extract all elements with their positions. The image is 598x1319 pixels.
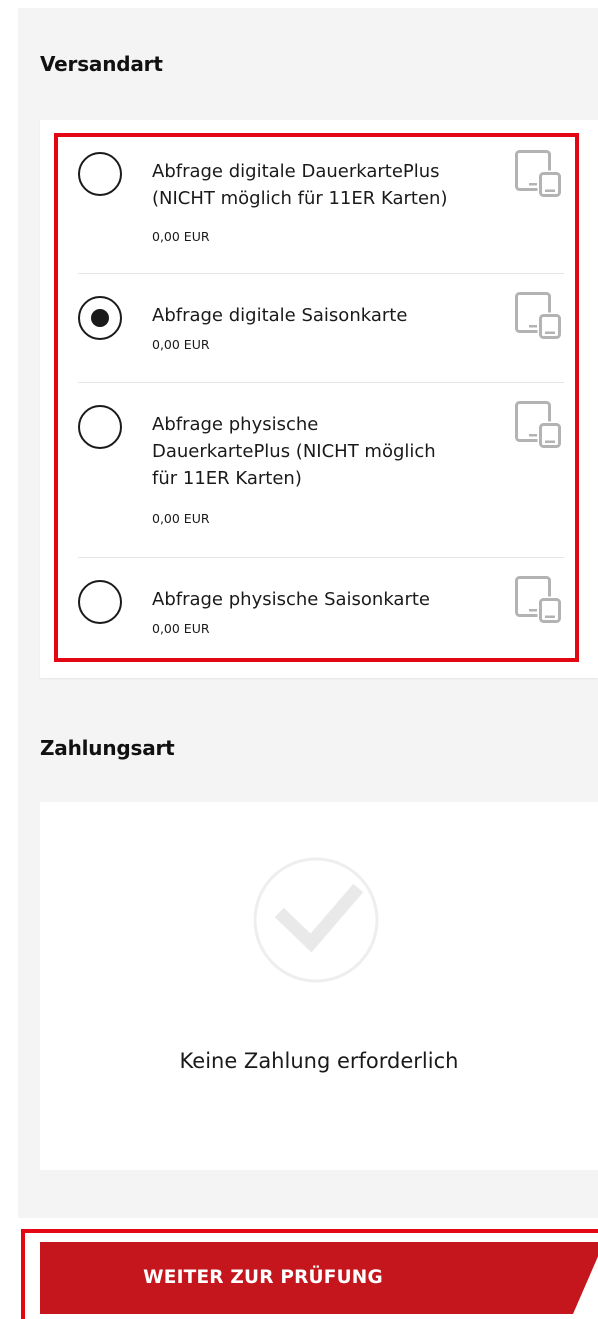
shipping-option-price: 0,00 EUR [152,337,210,352]
device-icon [515,401,563,449]
option-divider [78,273,564,274]
shipping-option-price: 0,00 EUR [152,621,210,636]
radio-button[interactable] [78,405,122,449]
option-divider [78,382,564,383]
radio-button-selected[interactable] [78,296,122,340]
shipping-option-physical-saisonkarte[interactable]: Abfrage physische Saisonkarte 0,00 EUR [78,576,566,648]
no-payment-message: Keine Zahlung erforderlich [179,1049,459,1073]
device-icon [515,150,563,198]
option-divider [78,557,564,558]
radio-button[interactable] [78,580,122,624]
checkout-page: Versandart Abfrage digitale DauerkartePl… [0,0,598,1319]
continue-to-review-button[interactable]: WEITER ZUR PRÜFUNG [40,1242,598,1314]
shipping-option-digital-dauerkarteplus[interactable]: Abfrage digitale DauerkartePlus (NICHT m… [78,150,566,260]
device-icon [515,576,563,624]
shipping-option-physical-dauerkarteplus[interactable]: Abfrage physische DauerkartePlus (NICHT … [78,401,566,533]
shipping-option-label: Abfrage digitale Saisonkarte [152,305,408,326]
shipping-option-label: Abfrage digitale DauerkartePlus (NICHT m… [152,161,448,209]
shipping-section-title: Versandart [40,52,163,76]
checkmark-circle-icon [253,857,379,983]
payment-section-title: Zahlungsart [40,736,175,760]
shipping-option-digital-saisonkarte[interactable]: Abfrage digitale Saisonkarte 0,00 EUR [78,292,566,364]
device-icon [515,292,563,340]
shipping-option-price: 0,00 EUR [152,511,210,526]
radio-button[interactable] [78,152,122,196]
shipping-option-price: 0,00 EUR [152,229,210,244]
shipping-option-label: Abfrage physische Saisonkarte [152,589,430,610]
continue-button-label: WEITER ZUR PRÜFUNG [143,1267,383,1288]
shipping-option-label: Abfrage physische DauerkartePlus (NICHT … [152,414,436,489]
